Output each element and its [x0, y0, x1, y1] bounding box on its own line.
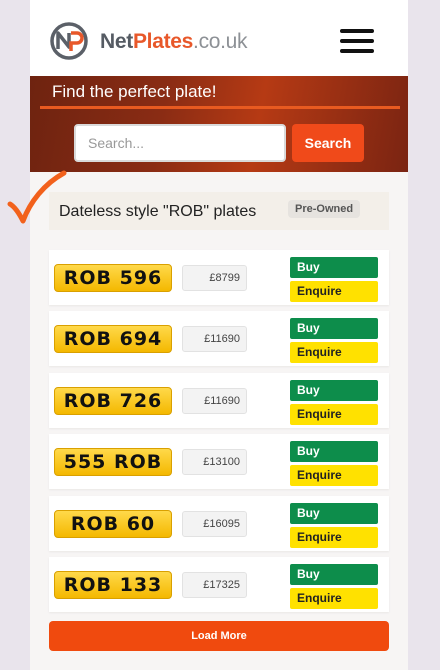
menu-bar — [340, 49, 374, 53]
orange-checkmark-icon — [7, 170, 67, 224]
list-item: ROB 726 £11690 Buy Enquire — [49, 372, 389, 428]
brand-name-plates: Plates — [132, 30, 194, 53]
site-header: NetPlates.co.uk — [30, 0, 408, 76]
buy-button[interactable]: Buy — [290, 502, 378, 524]
hero-title: Find the perfect plate! — [52, 82, 217, 101]
enquire-button[interactable]: Enquire — [290, 526, 378, 548]
price-tag: £11690 — [182, 326, 247, 353]
hero-divider — [40, 106, 400, 109]
brand-name-net: Net — [100, 30, 133, 53]
section-title: Dateless style "ROB" plates — [59, 203, 257, 220]
np-logo-icon[interactable] — [49, 21, 89, 61]
list-item: ROB 596 £8799 Buy Enquire — [49, 250, 389, 305]
price-tag: £16095 — [182, 510, 247, 537]
buy-button[interactable]: Buy — [290, 257, 378, 278]
page-container: NetPlates.co.uk Find the perfect plate! … — [30, 0, 408, 670]
search-button[interactable]: Search — [292, 124, 364, 162]
number-plate[interactable]: ROB 596 — [54, 264, 172, 292]
enquire-button[interactable]: Enquire — [290, 342, 378, 364]
menu-bar — [340, 39, 374, 43]
price-tag: £17325 — [182, 571, 247, 598]
buy-button[interactable]: Buy — [290, 441, 378, 463]
price-tag: £13100 — [182, 449, 247, 476]
search-input[interactable] — [74, 124, 286, 162]
plate-list: ROB 596 £8799 Buy Enquire ROB 694 £11690… — [49, 250, 389, 618]
enquire-button[interactable]: Enquire — [290, 281, 378, 302]
menu-bar — [340, 29, 374, 33]
hero-banner: Find the perfect plate! Search — [30, 76, 408, 172]
enquire-button[interactable]: Enquire — [290, 465, 378, 487]
price-tag: £8799 — [182, 265, 247, 291]
brand-logo-text[interactable]: NetPlates.co.uk — [100, 30, 248, 54]
pre-owned-badge[interactable]: Pre-Owned — [288, 200, 361, 218]
price-tag: £11690 — [182, 387, 247, 414]
list-item: ROB 694 £11690 Buy Enquire — [49, 311, 389, 367]
load-more-button[interactable]: Load More — [49, 621, 389, 651]
enquire-button[interactable]: Enquire — [290, 587, 378, 609]
enquire-button[interactable]: Enquire — [290, 403, 378, 425]
buy-button[interactable]: Buy — [290, 563, 378, 585]
buy-button[interactable]: Buy — [290, 379, 378, 401]
brand-tld: .co.uk — [193, 30, 248, 53]
number-plate[interactable]: ROB 726 — [54, 386, 172, 415]
number-plate[interactable]: ROB 133 — [54, 570, 172, 599]
list-item: ROB 60 £16095 Buy Enquire — [49, 495, 389, 551]
section-header: Dateless style "ROB" plates Pre-Owned — [49, 192, 389, 230]
hamburger-menu-icon[interactable] — [340, 29, 374, 55]
list-item: 555 ROB £13100 Buy Enquire — [49, 434, 389, 490]
number-plate[interactable]: ROB 694 — [54, 325, 172, 354]
buy-button[interactable]: Buy — [290, 318, 378, 340]
number-plate[interactable]: ROB 60 — [54, 509, 172, 538]
list-item: ROB 133 £17325 Buy Enquire — [49, 556, 389, 612]
number-plate[interactable]: 555 ROB — [54, 448, 172, 477]
